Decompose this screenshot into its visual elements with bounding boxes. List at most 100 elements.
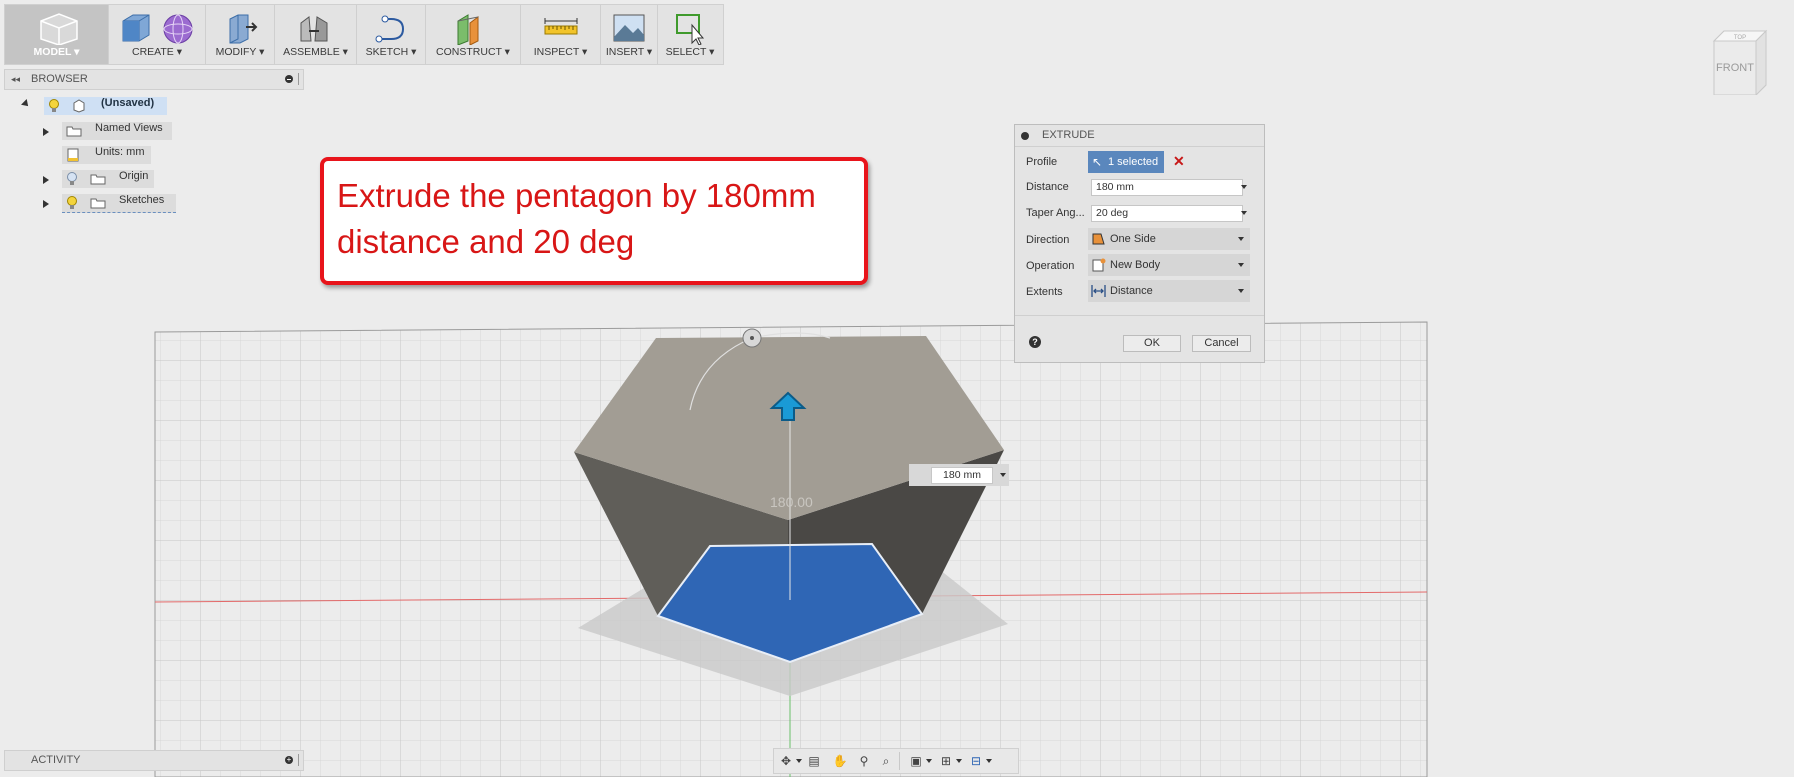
operation-select[interactable]: New Body: [1088, 254, 1250, 276]
modify-menu[interactable]: MODIFY ▾: [206, 5, 275, 64]
direction-label: Direction: [1026, 234, 1070, 246]
select-menu[interactable]: SELECT ▾: [658, 5, 722, 64]
browser-minimize-icon[interactable]: [285, 75, 293, 83]
look-at-icon[interactable]: ▤: [806, 754, 822, 768]
folder-icon: [66, 126, 82, 137]
viewcube-front-label[interactable]: FRONT: [1716, 62, 1754, 74]
select-label: SELECT ▾: [665, 46, 715, 58]
operation-value: New Body: [1110, 259, 1161, 271]
lightbulb-icon[interactable]: [66, 196, 78, 210]
distance-input[interactable]: 180 mm: [931, 467, 993, 484]
cancel-button[interactable]: Cancel: [1192, 335, 1251, 352]
dimension-text: 180.00: [770, 494, 813, 510]
taper-angle-field[interactable]: 20 deg: [1091, 205, 1243, 222]
tree-item-origin[interactable]: Origin: [62, 170, 154, 188]
viewport-canvas: [154, 321, 1428, 777]
operation-label: Operation: [1026, 260, 1075, 272]
browser-panel-header[interactable]: ◂◂ BROWSER: [4, 69, 304, 90]
distance-arrow-handle[interactable]: [769, 391, 807, 421]
viewports-icon[interactable]: ⊟: [968, 754, 984, 768]
distance-extent-icon: [1091, 285, 1106, 297]
expand-root-icon[interactable]: [21, 99, 31, 109]
x-axis-line: [154, 591, 1428, 603]
grid-dropdown-icon[interactable]: [956, 759, 962, 763]
direction-select[interactable]: One Side: [1088, 228, 1250, 250]
activity-resize-handle[interactable]: [298, 754, 301, 766]
viewcube-top-label[interactable]: TOP: [1734, 35, 1746, 41]
new-body-icon: [1092, 258, 1106, 272]
sketch-label: SKETCH ▾: [365, 46, 417, 58]
units-label: Units: mm: [95, 146, 145, 158]
activity-expand-icon[interactable]: +: [285, 756, 293, 764]
viewports-dropdown-icon[interactable]: [986, 759, 992, 763]
construct-label: CONSTRUCT ▾: [436, 46, 510, 58]
ok-button[interactable]: OK: [1123, 335, 1181, 352]
modify-label: MODIFY ▾: [215, 46, 265, 58]
extents-label: Extents: [1026, 286, 1063, 298]
display-dropdown-icon[interactable]: [926, 759, 932, 763]
profile-selection[interactable]: ↖ 1 selected: [1088, 151, 1164, 173]
instruction-callout: Extrude the pentagon by 180mm distance a…: [320, 157, 868, 285]
extrude-dialog: EXTRUDE Profile ↖ 1 selected ✕ Distance …: [1014, 124, 1265, 363]
profile-value: 1 selected: [1108, 156, 1159, 168]
browser-resize-handle[interactable]: [298, 73, 301, 85]
measure-ruler-icon: [544, 18, 578, 35]
sketch-menu[interactable]: SKETCH ▾: [357, 5, 426, 64]
orbit-icon[interactable]: ✥: [778, 754, 794, 768]
display-settings-icon[interactable]: ▣: [908, 754, 924, 768]
assemble-icon: [300, 16, 328, 42]
lightbulb-off-icon[interactable]: [66, 172, 78, 186]
distance-dropdown-icon[interactable]: [1000, 473, 1006, 477]
inspect-menu[interactable]: INSPECT ▾: [521, 5, 601, 64]
ground-grid: [154, 321, 1428, 777]
select-arrow-icon: [676, 14, 705, 45]
folder-icon: [90, 174, 106, 185]
grid-settings-icon[interactable]: ⊞: [938, 754, 954, 768]
activity-title: ACTIVITY: [31, 754, 81, 766]
extents-select[interactable]: Distance: [1088, 280, 1250, 302]
instruction-text: Extrude the pentagon by 180mm distance a…: [337, 177, 816, 260]
taper-angle-label: Taper Ang...: [1026, 207, 1085, 219]
modify-icon: [229, 14, 258, 44]
distance-field[interactable]: 180 mm: [1091, 179, 1243, 196]
lightbulb-icon[interactable]: [48, 99, 60, 113]
construct-menu[interactable]: CONSTRUCT ▾: [426, 5, 521, 64]
taper-angle-dropdown-icon[interactable]: [1241, 211, 1247, 215]
assemble-menu[interactable]: ASSEMBLE ▾: [275, 5, 357, 64]
tree-item-sketches[interactable]: Sketches: [62, 194, 176, 213]
zoom-icon[interactable]: ⚲: [856, 754, 872, 768]
collapse-panel-icon[interactable]: ◂◂: [11, 70, 20, 89]
taper-angle-handle[interactable]: [742, 328, 762, 348]
tree-item-units[interactable]: Units: mm: [62, 146, 151, 164]
insert-image-icon: [613, 14, 645, 42]
sketch-icon: [375, 15, 405, 43]
fit-icon[interactable]: ⌕: [878, 754, 894, 768]
create-box-icon: [122, 14, 150, 42]
tree-item-named-views[interactable]: Named Views: [62, 122, 172, 140]
insert-menu[interactable]: INSERT ▾: [601, 5, 658, 64]
orbit-dropdown-icon[interactable]: [796, 759, 802, 763]
selected-profile[interactable]: [656, 542, 924, 664]
pan-hand-icon[interactable]: ✋: [832, 754, 848, 768]
create-label: CREATE ▾: [132, 46, 182, 58]
extrude-dialog-header[interactable]: EXTRUDE: [1015, 125, 1264, 147]
inspect-label: INSPECT ▾: [533, 46, 588, 58]
body-left-face: [574, 452, 788, 660]
distance-field-dropdown-icon[interactable]: [1241, 185, 1247, 189]
view-cube[interactable]: TOP FRONT: [1710, 25, 1770, 95]
collapse-dialog-icon[interactable]: [1021, 132, 1029, 140]
model-workspace-menu[interactable]: MODEL ▾: [5, 5, 109, 64]
folder-icon: [90, 198, 106, 209]
cursor-icon: ↖: [1092, 155, 1103, 169]
browser-title: BROWSER: [31, 73, 88, 85]
model-label: MODEL ▾: [33, 46, 80, 58]
assemble-label: ASSEMBLE ▾: [283, 46, 348, 58]
clear-selection-icon[interactable]: ✕: [1173, 153, 1185, 170]
profile-label: Profile: [1026, 156, 1058, 168]
main-toolbar: MODEL ▾ CREATE ▾ MODIFY ▾ ASSEMBLE ▾ SKE…: [4, 4, 724, 65]
distance-input-box[interactable]: 180 mm: [909, 464, 1009, 486]
tree-item-root[interactable]: (Unsaved): [44, 97, 167, 115]
help-icon[interactable]: ?: [1029, 336, 1041, 348]
create-menu[interactable]: CREATE ▾: [109, 5, 206, 64]
activity-panel-header[interactable]: ACTIVITY +: [4, 750, 304, 771]
